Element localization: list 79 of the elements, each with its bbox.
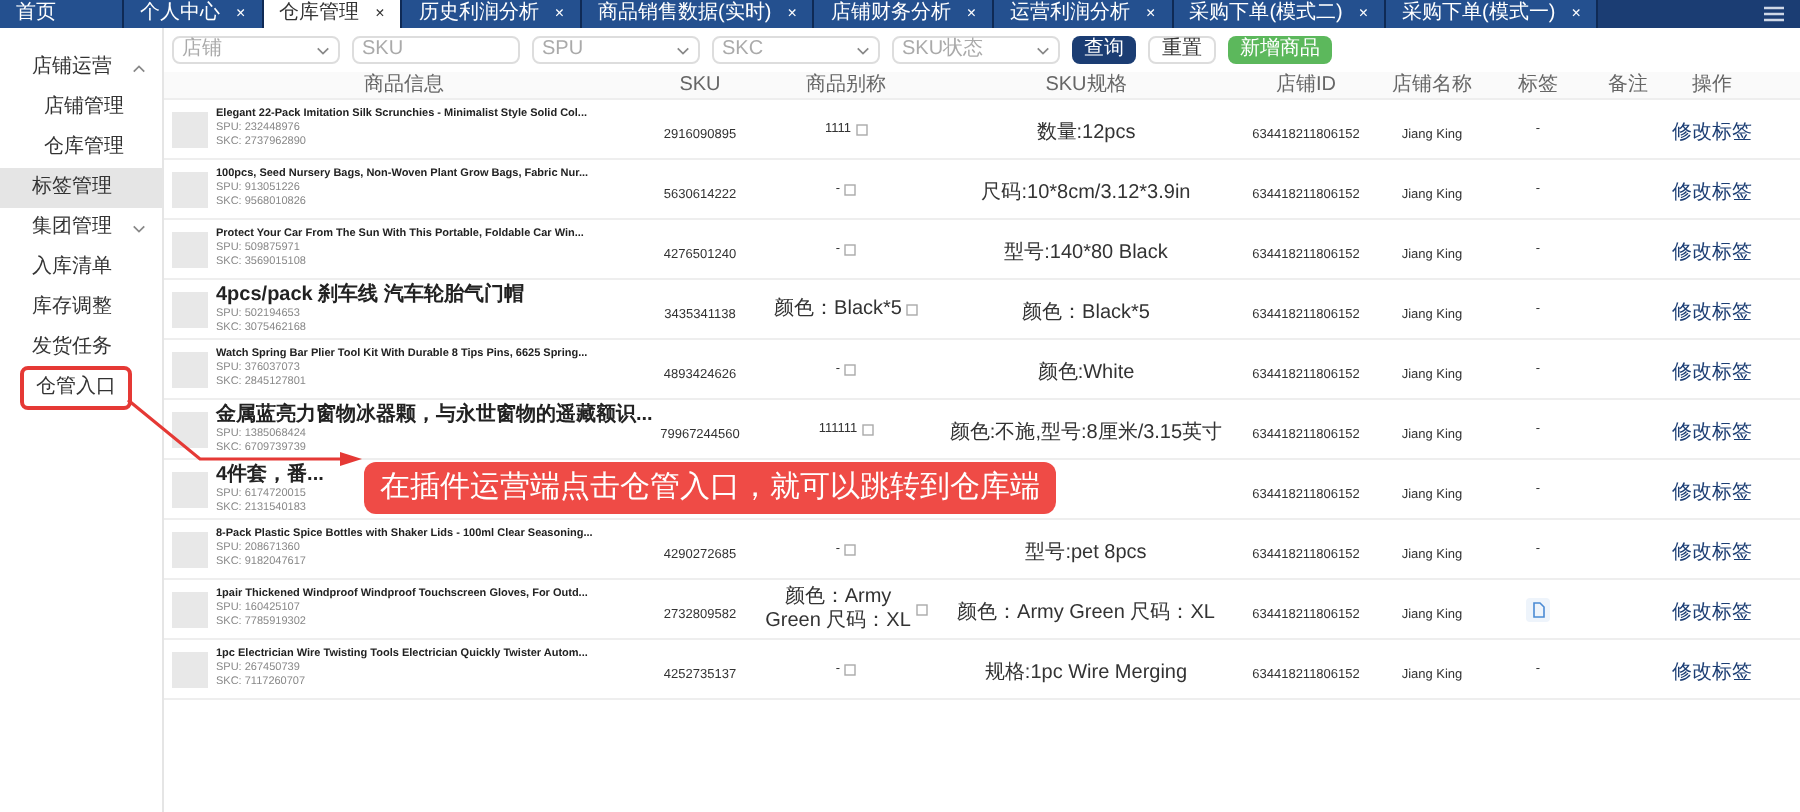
sidebar-item[interactable]: 发货任务 (32, 334, 112, 362)
document-icon[interactable] (1526, 597, 1550, 621)
edit-tag-link[interactable]: 修改标签 (1672, 361, 1752, 385)
tab[interactable]: 运营利润分析 × (994, 0, 1174, 28)
spec-cell: 规格:1pc Wire Merging (984, 661, 1188, 683)
sidebar-item[interactable]: 仓管入口 (20, 366, 132, 410)
sidebar-item[interactable]: 仓库管理 (44, 134, 124, 162)
product-title: 4pcs/pack 刹车线 汽车轮胎气门帽 (216, 283, 524, 307)
tab[interactable]: 历史利润分析 × (402, 0, 583, 28)
close-icon[interactable]: × (1146, 2, 1156, 26)
close-icon[interactable]: × (1571, 2, 1581, 26)
column-header: 操作 (1690, 73, 1734, 97)
column-header: 店铺名称 (1390, 73, 1474, 97)
spec-cell: 颜色:White (1037, 361, 1135, 383)
sidebar-item[interactable]: 库存调整 (32, 294, 112, 322)
tab[interactable]: 首页 (0, 0, 124, 28)
edit-icon[interactable] (916, 603, 928, 615)
action-button[interactable]: 重置 (1148, 36, 1216, 64)
caret-icon (316, 45, 330, 55)
spec-cell: 数量:12pcs (1036, 121, 1136, 143)
edit-tag-link[interactable]: 修改标签 (1672, 121, 1752, 145)
alias-cell: 颜色：Army Green 尺码：XL (764, 585, 912, 633)
edit-tag-link[interactable]: 修改标签 (1672, 661, 1752, 685)
edit-icon[interactable] (844, 543, 857, 555)
edit-icon[interactable] (861, 423, 874, 435)
close-icon[interactable]: × (787, 2, 797, 26)
spec-cell: 颜色：Army Green 尺码：XL (957, 601, 1215, 623)
photo-placeholder (172, 411, 208, 447)
caret-icon (856, 45, 870, 55)
spec-cell: 型号:140*80 Black (1004, 241, 1168, 263)
column-header: 商品别称 (804, 73, 888, 97)
close-icon[interactable]: × (1358, 2, 1369, 26)
spec-cell: 颜色:不施,型号:8厘米/3.15英寸 (949, 421, 1223, 443)
spec-cell: 型号:pet 8pcs (1025, 541, 1147, 563)
tab[interactable]: 商品销售数据(实时) × (582, 0, 815, 28)
tab[interactable]: 采购下单(模式一) × (1386, 0, 1599, 28)
action-button[interactable]: 查询 (1072, 36, 1136, 64)
edit-icon[interactable] (905, 303, 918, 315)
edit-tag-link[interactable]: 修改标签 (1672, 241, 1752, 265)
edit-icon[interactable] (844, 243, 857, 255)
edit-tag-link[interactable]: 修改标签 (1672, 181, 1752, 205)
menu-icon[interactable] (1764, 6, 1784, 22)
column-header: 备注 (1606, 73, 1650, 97)
alias-cell: 颜色：Black*5 (774, 297, 902, 321)
column-header: SKU (677, 73, 723, 97)
close-icon[interactable]: × (375, 2, 385, 26)
column-header: 店铺ID (1274, 73, 1338, 97)
edit-tag-link[interactable]: 修改标签 (1672, 481, 1752, 505)
edit-tag-link[interactable]: 修改标签 (1672, 541, 1752, 565)
caret-icon (676, 45, 690, 55)
sidebar-item[interactable]: 店铺运营 (32, 54, 112, 82)
close-icon[interactable]: × (236, 2, 246, 26)
tab[interactable]: 店铺财务分析 × (814, 0, 995, 28)
edit-icon[interactable] (844, 363, 857, 375)
edit-icon[interactable] (844, 663, 857, 675)
callout-banner: 在插件运营端点击仓管入口，就可以跳转到仓库端 (364, 462, 1056, 514)
close-icon[interactable]: × (554, 2, 565, 26)
column-header: 标签 (1516, 73, 1560, 97)
sidebar-item[interactable]: 集团管理 (32, 214, 112, 242)
sidebar-item[interactable]: 店铺管理 (44, 94, 124, 122)
tab[interactable]: 采购下单(模式二) × (1173, 0, 1387, 28)
edit-tag-link[interactable]: 修改标签 (1672, 301, 1752, 325)
close-icon[interactable]: × (966, 2, 977, 26)
edit-tag-link[interactable]: 修改标签 (1672, 421, 1752, 445)
spec-cell: 颜色：Black*5 (1022, 301, 1150, 323)
column-header: SKU规格 (1043, 73, 1129, 97)
tab[interactable]: 仓库管理 × (263, 0, 403, 28)
tab[interactable]: 个人中心 × (124, 0, 264, 28)
sidebar-item[interactable]: 入库清单 (32, 254, 112, 282)
caret-icon (132, 223, 146, 233)
edit-tag-link[interactable]: 修改标签 (1672, 601, 1752, 625)
edit-icon[interactable] (855, 123, 867, 135)
caret-icon (1036, 45, 1050, 55)
edit-icon[interactable] (844, 183, 857, 195)
product-title: 金属蓝亮力窗物冰器颗，与永世窗物的遥藏额识... (216, 403, 653, 427)
spec-cell: 尺码:10*8cm/3.12*3.9in (981, 181, 1191, 203)
caret-icon (132, 63, 146, 73)
column-header: 商品信息 (362, 73, 446, 97)
product-title: 4件套，番... (216, 463, 324, 487)
